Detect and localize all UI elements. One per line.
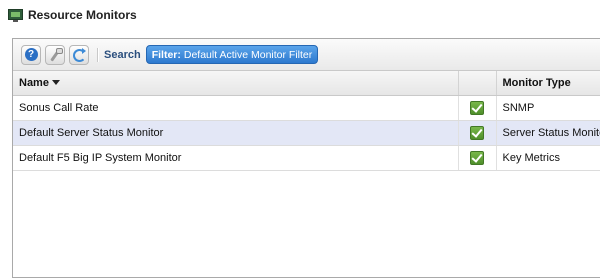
row-monitor-type: Server Status Monitor [496,120,600,146]
toolbar-separator [97,47,98,62]
checkmark-icon [470,125,484,140]
refresh-button[interactable] [69,44,89,65]
column-header-monitor-type[interactable]: Monitor Type [496,71,600,96]
settings-button[interactable] [45,44,65,65]
row-name: Sonus Call Rate [13,95,459,121]
monitors-panel: ? Search Filter: Default Active Monitor … [12,38,600,278]
row-name: Default F5 Big IP System Monitor [13,145,459,171]
checkmark-icon [470,150,484,165]
filter-button[interactable]: Filter: Default Active Monitor Filter [145,45,319,64]
help-icon: ? [24,48,38,61]
column-header-type-label: Monitor Type [502,76,571,89]
row-name: Default Server Status Monitor [13,120,459,146]
row-enabled [458,95,497,121]
table-row[interactable]: Default F5 Big IP System Monitor Key Met… [13,145,600,171]
monitors-table: Name Monitor Type Sonus Call Rate SNMP D… [13,71,600,171]
refresh-icon [72,47,86,62]
row-monitor-type: Key Metrics [496,145,600,171]
wrench-icon [48,47,63,62]
table-row[interactable]: Default Server Status Monitor Server Sta… [13,120,600,146]
row-enabled [458,145,497,171]
filter-key-label: Filter: [151,48,181,61]
row-monitor-type: SNMP [496,95,600,121]
column-header-name[interactable]: Name [13,71,459,96]
column-header-name-label: Name [19,76,49,89]
checkmark-icon [470,100,484,115]
page-header: Resource Monitors [8,5,137,25]
filter-value-label: Default Active Monitor Filter [183,48,313,61]
table-header-row: Name Monitor Type [13,71,600,96]
column-header-enabled[interactable] [458,71,497,96]
row-enabled [458,120,497,146]
help-button[interactable]: ? [21,44,41,65]
search-link[interactable]: Search [104,49,141,61]
page-title: Resource Monitors [28,8,137,22]
sort-desc-icon [51,80,60,86]
table-row[interactable]: Sonus Call Rate SNMP [13,95,600,121]
monitor-icon [8,8,23,22]
toolbar: ? Search Filter: Default Active Monitor … [13,39,600,71]
